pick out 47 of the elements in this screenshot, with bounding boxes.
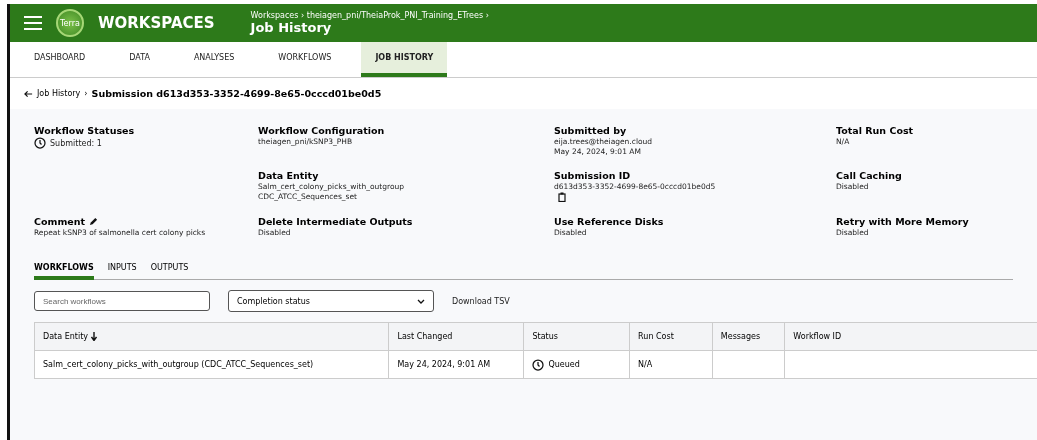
clock-icon — [532, 358, 545, 371]
detail-label: Retry with More Memory — [836, 216, 969, 227]
pencil-icon[interactable] — [89, 217, 99, 226]
status-text: Queued — [548, 360, 580, 369]
detail-label: Data Entity — [258, 170, 319, 181]
detail-label: Comment — [34, 216, 86, 227]
detail-label: Use Reference Disks — [554, 216, 664, 227]
back-arrow-icon[interactable] — [24, 89, 33, 98]
detail-label: Delete Intermediate Outputs — [258, 216, 413, 227]
detail-label: Submission ID — [554, 170, 631, 181]
menu-icon[interactable] — [24, 16, 42, 30]
nav-tab[interactable]: JOB HISTORY — [361, 42, 448, 77]
page-title: Job History — [250, 20, 333, 35]
table-cell: May 24, 2024, 9:01 AM — [388, 350, 524, 379]
sub-tab[interactable]: OUTPUTS — [150, 261, 189, 280]
nav-tab[interactable]: DASHBOARD — [20, 42, 100, 77]
breadcrumb[interactable]: Workspaces › theiagen_pni/TheiaProk_PNI_Training_ETrees › — [250, 11, 489, 20]
sub-tab[interactable]: WORKFLOWS — [34, 261, 94, 280]
table-cell: N/A — [629, 350, 713, 379]
logo: Terra — [56, 9, 84, 37]
nav-tab[interactable]: ANALYSES — [179, 42, 249, 77]
sub-tab[interactable]: INPUTS — [107, 261, 137, 280]
column-header[interactable]: Workflow ID — [784, 322, 1037, 351]
app-title: WORKSPACES — [98, 14, 215, 32]
separator-icon: › — [84, 89, 88, 98]
nav-tab[interactable]: DATA — [115, 42, 164, 77]
column-header[interactable]: Run Cost — [629, 322, 713, 351]
column-header[interactable]: Messages — [712, 322, 785, 351]
submission-title: Submission d613d353-3352-4699-8e65-0cccd01be0d5 — [91, 88, 382, 99]
clock-icon — [34, 137, 46, 149]
nav-tab[interactable]: WORKFLOWS — [264, 42, 346, 77]
chevron-icon — [417, 298, 425, 304]
column-header[interactable]: Status — [524, 322, 630, 351]
search-field[interactable]: Search workflows — [34, 291, 210, 311]
status-dropdown[interactable]: Completion status — [228, 290, 434, 312]
detail-label: Total Run Cost — [836, 125, 914, 136]
detail-label: Workflow Configuration — [258, 125, 385, 136]
detail-label: Workflow Statuses — [34, 125, 135, 136]
column-header[interactable]: Last Changed — [388, 322, 524, 351]
clipboard-icon[interactable] — [558, 192, 566, 202]
table-cell: Salm_cert_colony_picks_with_outgroup (CDC_ATCC_Sequences_set) — [34, 350, 389, 379]
detail-label: Submitted by — [554, 125, 627, 136]
breadcrumb-link[interactable]: Job History — [37, 89, 81, 98]
detail-value: Submitted: 1 — [50, 138, 102, 148]
column-header[interactable]: Data Entity — [34, 322, 389, 351]
download-link[interactable]: Download TSV — [452, 296, 510, 306]
detail-label: Call Caching — [836, 170, 902, 181]
